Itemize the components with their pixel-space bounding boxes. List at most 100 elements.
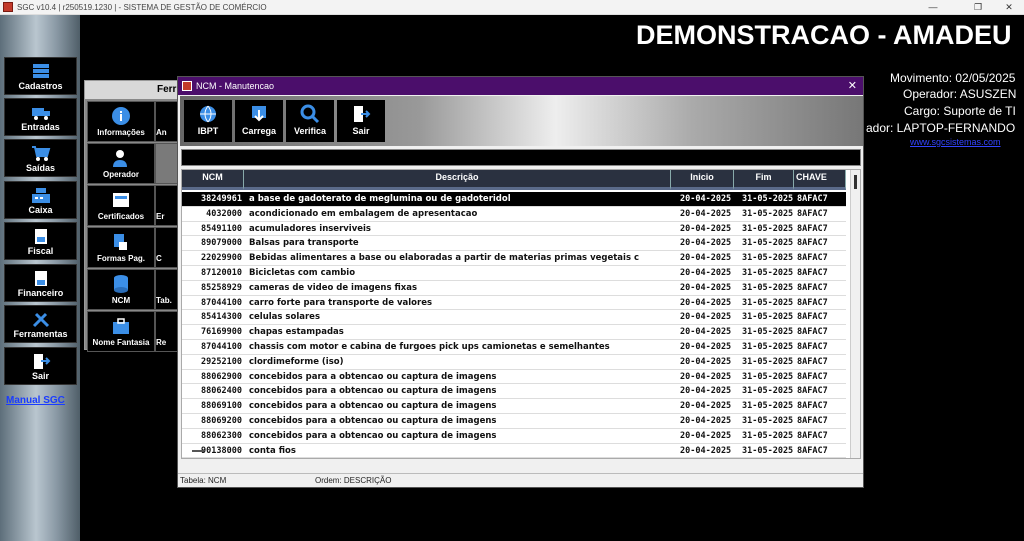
vertical-scrollbar[interactable] xyxy=(850,170,860,458)
table-row[interactable]: 4032000 acondicionado em embalagem de apr… xyxy=(182,207,846,222)
truck-icon xyxy=(31,108,50,120)
cell-inicio: 20-04-2025 xyxy=(680,267,732,278)
table-row[interactable]: 87120010 Bicicletas com cambio 20-04-2025 3… xyxy=(182,266,846,281)
ledger-icon xyxy=(34,271,47,286)
cell-ncm: 88062300 xyxy=(201,430,242,441)
cell-descricao: concebidos para a obtencao ou captura de… xyxy=(249,371,497,382)
table-row[interactable]: 38249961 a base de gadoterato de meglumin… xyxy=(182,192,846,207)
company-name: DEMONSTRACAO - AMADEU xyxy=(636,20,1012,50)
cell-descricao: Bicicletas com cambio xyxy=(249,267,356,278)
sair-button[interactable]: Sair xyxy=(337,100,385,142)
table-row[interactable]: 88069100 concebidos para a obtencao ou ca… xyxy=(182,399,846,414)
search-input[interactable] xyxy=(181,149,861,166)
cell-inicio: 20-04-2025 xyxy=(680,415,732,426)
operador-label: Operador: ASUSZEN xyxy=(903,87,1017,101)
tool-operador[interactable]: Operador xyxy=(87,143,155,184)
cell-chave: 8AFAC7 xyxy=(797,208,828,219)
tool-certificados[interactable]: Certificados xyxy=(87,185,155,226)
manual-link[interactable]: Manual SGC xyxy=(6,395,65,406)
cell-descricao: a base de gadoterato de meglumina ou de … xyxy=(249,194,511,204)
sidebar-item-fiscal[interactable]: Fiscal xyxy=(4,222,77,260)
app-icon xyxy=(3,2,13,12)
cell-chave: 8AFAC7 xyxy=(797,356,828,367)
cell-fim: 31-05-2025 xyxy=(742,341,794,352)
table-row[interactable]: 89079000 Balsas para transporte 20-04-2025… xyxy=(182,236,846,252)
tool-ncm[interactable]: NCM xyxy=(87,269,155,310)
window-title: SGC v10.4 | r250519.1230 | - SISTEMA DE … xyxy=(17,2,267,12)
cell-fim: 31-05-2025 xyxy=(742,194,794,204)
table-row[interactable]: 76169900 chapas estampadas 20-04-2025 31-05… xyxy=(182,325,846,340)
cell-fim: 31-05-2025 xyxy=(742,401,794,412)
status-tabela: Tabela: NCM xyxy=(180,476,227,485)
table-row[interactable]: 22029900 Bebidas alimentares a base ou el… xyxy=(182,251,846,266)
app-icon xyxy=(182,81,192,91)
table-row[interactable]: 29252100 clordimeforme (iso) 20-04-2025 31-… xyxy=(182,355,846,370)
cell-descricao: Balsas para transporte xyxy=(249,238,359,249)
table-row[interactable]: 90138000 conta fios 20-04-2025 31-05-2025 8A… xyxy=(182,444,846,458)
cell-descricao: clordimeforme (iso) xyxy=(249,356,344,367)
sidebar-item-label: Sair xyxy=(31,371,49,381)
website-link[interactable]: www.sgcsistemas.com xyxy=(910,137,1001,147)
cell-inicio: 20-04-2025 xyxy=(680,445,732,456)
sidebar: Cadastros Entradas Saídas Caixa Fiscal F… xyxy=(0,15,80,541)
tool-nome-fantasia[interactable]: Nome Fantasia xyxy=(87,311,155,352)
cart-icon xyxy=(31,146,50,161)
ferramentas-panel: Ferr Informações Operador Certificados F… xyxy=(84,80,185,352)
table-row[interactable]: 85491100 acumuladores inserviveis 20-04-20… xyxy=(182,222,846,237)
cell-ncm: 85258929 xyxy=(201,282,242,293)
dialog-close-button[interactable]: ✕ xyxy=(848,77,857,95)
col-inicio[interactable]: Inicio xyxy=(671,170,734,190)
col-ncm[interactable]: NCM xyxy=(182,170,244,190)
sidebar-item-label: Cadastros xyxy=(18,81,63,91)
cell-descricao: concebidos para a obtencao ou captura de… xyxy=(249,386,497,397)
table-row[interactable]: 87044100 carro forte para transporte de v… xyxy=(182,296,846,311)
cell-inicio: 20-04-2025 xyxy=(680,371,732,382)
cell-inicio: 20-04-2025 xyxy=(680,401,732,412)
cell-ncm: 87120010 xyxy=(201,267,242,278)
table-row[interactable]: 88062300 concebidos para a obtencao ou ca… xyxy=(182,429,846,444)
scroll-thumb[interactable] xyxy=(854,175,857,189)
cell-ncm: 4032000 xyxy=(206,208,242,219)
minimize-button[interactable]: — xyxy=(918,0,948,15)
tool-informacoes[interactable]: Informações xyxy=(87,101,155,142)
movimento-label: Movimento: 02/05/2025 xyxy=(890,71,1016,85)
cell-chave: 8AFAC7 xyxy=(797,238,828,249)
table-row[interactable]: 85258929 cameras de video de imagens fixa… xyxy=(182,281,846,296)
cell-ncm: 29252100 xyxy=(201,356,242,367)
col-chave[interactable]: CHAVE xyxy=(794,170,846,190)
ibpt-button[interactable]: IBPT xyxy=(184,100,232,142)
cell-descricao: concebidos para a obtencao ou captura de… xyxy=(249,430,497,441)
table-row[interactable]: 87044100 chassis com motor e cabina de fu… xyxy=(182,340,846,355)
col-fim[interactable]: Fim xyxy=(734,170,794,190)
sidebar-item-financeiro[interactable]: Financeiro xyxy=(4,264,77,302)
table-row[interactable]: 88062900 concebidos para a obtencao ou ca… xyxy=(182,370,846,385)
cell-inicio: 20-04-2025 xyxy=(680,223,732,234)
sidebar-item-saidas[interactable]: Saídas xyxy=(4,139,77,177)
sidebar-item-cadastros[interactable]: Cadastros xyxy=(4,57,77,95)
cell-fim: 31-05-2025 xyxy=(742,356,794,367)
sidebar-item-ferramentas[interactable]: Ferramentas xyxy=(4,305,77,343)
restore-button[interactable]: ❐ xyxy=(963,0,993,15)
close-window-button[interactable]: ✕ xyxy=(994,0,1024,15)
sidebar-item-sair[interactable]: Sair xyxy=(4,347,77,385)
horizontal-scrollbar[interactable] xyxy=(192,450,204,452)
cell-inicio: 20-04-2025 xyxy=(680,194,732,204)
database-icon xyxy=(32,64,49,78)
table-row[interactable]: 85414300 celulas solares 20-04-2025 31-05-2… xyxy=(182,310,846,326)
table-row[interactable]: 88069200 concebidos para a obtencao ou ca… xyxy=(182,414,846,429)
tool-formas-pag[interactable]: Formas Pag. xyxy=(87,227,155,268)
carrega-button[interactable]: Carrega xyxy=(235,100,283,142)
cell-descricao: concebidos para a obtencao ou captura de… xyxy=(249,415,497,426)
sidebar-item-caixa[interactable]: Caixa xyxy=(4,181,77,219)
cell-ncm: 90138000 xyxy=(201,445,242,456)
verifica-button[interactable]: Verifica xyxy=(286,100,334,142)
cell-chave: 8AFAC7 xyxy=(797,445,828,456)
cell-descricao: cameras de video de imagens fixas xyxy=(249,282,418,293)
col-descricao[interactable]: Descrição xyxy=(244,170,671,190)
sidebar-item-entradas[interactable]: Entradas xyxy=(4,98,77,136)
user-icon xyxy=(113,150,127,167)
sidebar-item-label: Fiscal xyxy=(27,246,54,256)
table-row[interactable]: 88062400 concebidos para a obtencao ou ca… xyxy=(182,384,846,400)
cell-inicio: 20-04-2025 xyxy=(680,208,732,219)
cell-inicio: 20-04-2025 xyxy=(680,386,732,397)
